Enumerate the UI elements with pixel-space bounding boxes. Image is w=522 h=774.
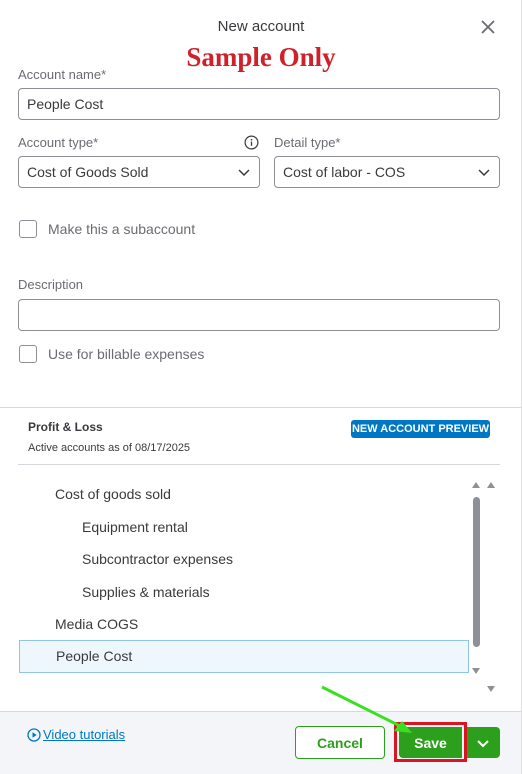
billable-checkbox[interactable] — [19, 345, 37, 363]
section-divider — [0, 407, 521, 408]
play-circle-icon — [27, 727, 41, 742]
billable-checkbox-row[interactable]: Use for billable expenses — [19, 345, 204, 363]
cancel-button[interactable]: Cancel — [295, 726, 385, 759]
preview-subtitle: Active accounts as of 08/17/2025 — [28, 442, 191, 454]
account-name-input[interactable]: People Cost — [18, 88, 500, 120]
tree-item: Cost of goods sold — [55, 486, 171, 502]
close-icon[interactable] — [478, 17, 498, 37]
subaccount-checkbox[interactable] — [19, 220, 37, 238]
dialog-title: New account — [217, 18, 305, 35]
preview-divider — [18, 464, 500, 465]
detail-type-select[interactable]: Cost of labor - COS — [274, 156, 500, 188]
tree-item: Subcontractor expenses — [82, 551, 233, 567]
scrollbar-thumb[interactable] — [473, 497, 480, 647]
tree-item: Supplies & materials — [82, 584, 210, 600]
subaccount-label: Make this a subaccount — [48, 221, 196, 237]
account-type-value: Cost of Goods Sold — [27, 164, 149, 180]
new-account-preview-badge: NEW ACCOUNT PREVIEW — [351, 420, 490, 438]
description-input[interactable] — [18, 299, 500, 331]
tree-item: Equipment rental — [82, 519, 188, 535]
detail-type-label: Detail type* — [274, 135, 341, 150]
account-type-select[interactable]: Cost of Goods Sold — [18, 156, 260, 188]
chevron-down-icon — [477, 739, 489, 747]
save-options-button[interactable] — [466, 727, 500, 758]
description-label: Description — [18, 277, 84, 292]
chevron-down-icon — [238, 169, 250, 177]
scroll-down-arrow[interactable] — [487, 686, 495, 692]
account-name-value: People Cost — [27, 96, 104, 112]
detail-type-value: Cost of labor - COS — [283, 164, 406, 180]
tree-item: Media COGS — [55, 616, 139, 632]
info-icon[interactable] — [244, 135, 259, 150]
preview-title: Profit & Loss — [28, 420, 103, 434]
subaccount-checkbox-row[interactable]: Make this a subaccount — [19, 220, 195, 238]
billable-label: Use for billable expenses — [48, 346, 205, 362]
save-button[interactable]: Save — [399, 727, 462, 758]
new-account-dialog: New account Sample Only Account name* Pe… — [0, 0, 522, 774]
scroll-up-arrow[interactable] — [487, 482, 495, 488]
account-type-label: Account type* — [18, 135, 99, 150]
video-tutorials-label: Video tutorials — [43, 727, 126, 742]
scroll-down-arrow[interactable] — [472, 668, 480, 674]
chevron-down-icon — [478, 169, 490, 177]
scroll-up-arrow[interactable] — [472, 482, 480, 488]
video-tutorials-link[interactable]: Video tutorials — [27, 727, 125, 742]
tree-item-selected: People Cost — [56, 648, 133, 664]
account-name-label: Account name* — [18, 67, 107, 82]
